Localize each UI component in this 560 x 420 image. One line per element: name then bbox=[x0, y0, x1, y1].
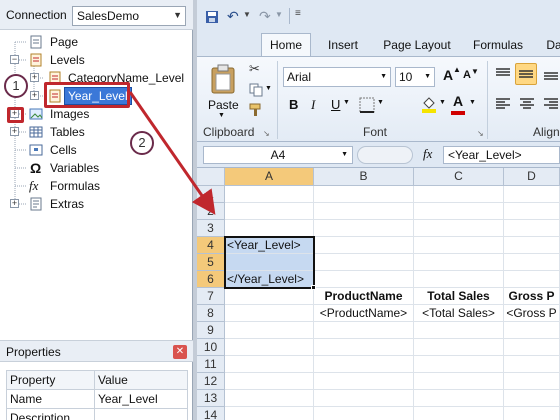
annotation-overlay bbox=[128, 91, 216, 215]
callout-badge-2: 2 bbox=[130, 131, 154, 155]
